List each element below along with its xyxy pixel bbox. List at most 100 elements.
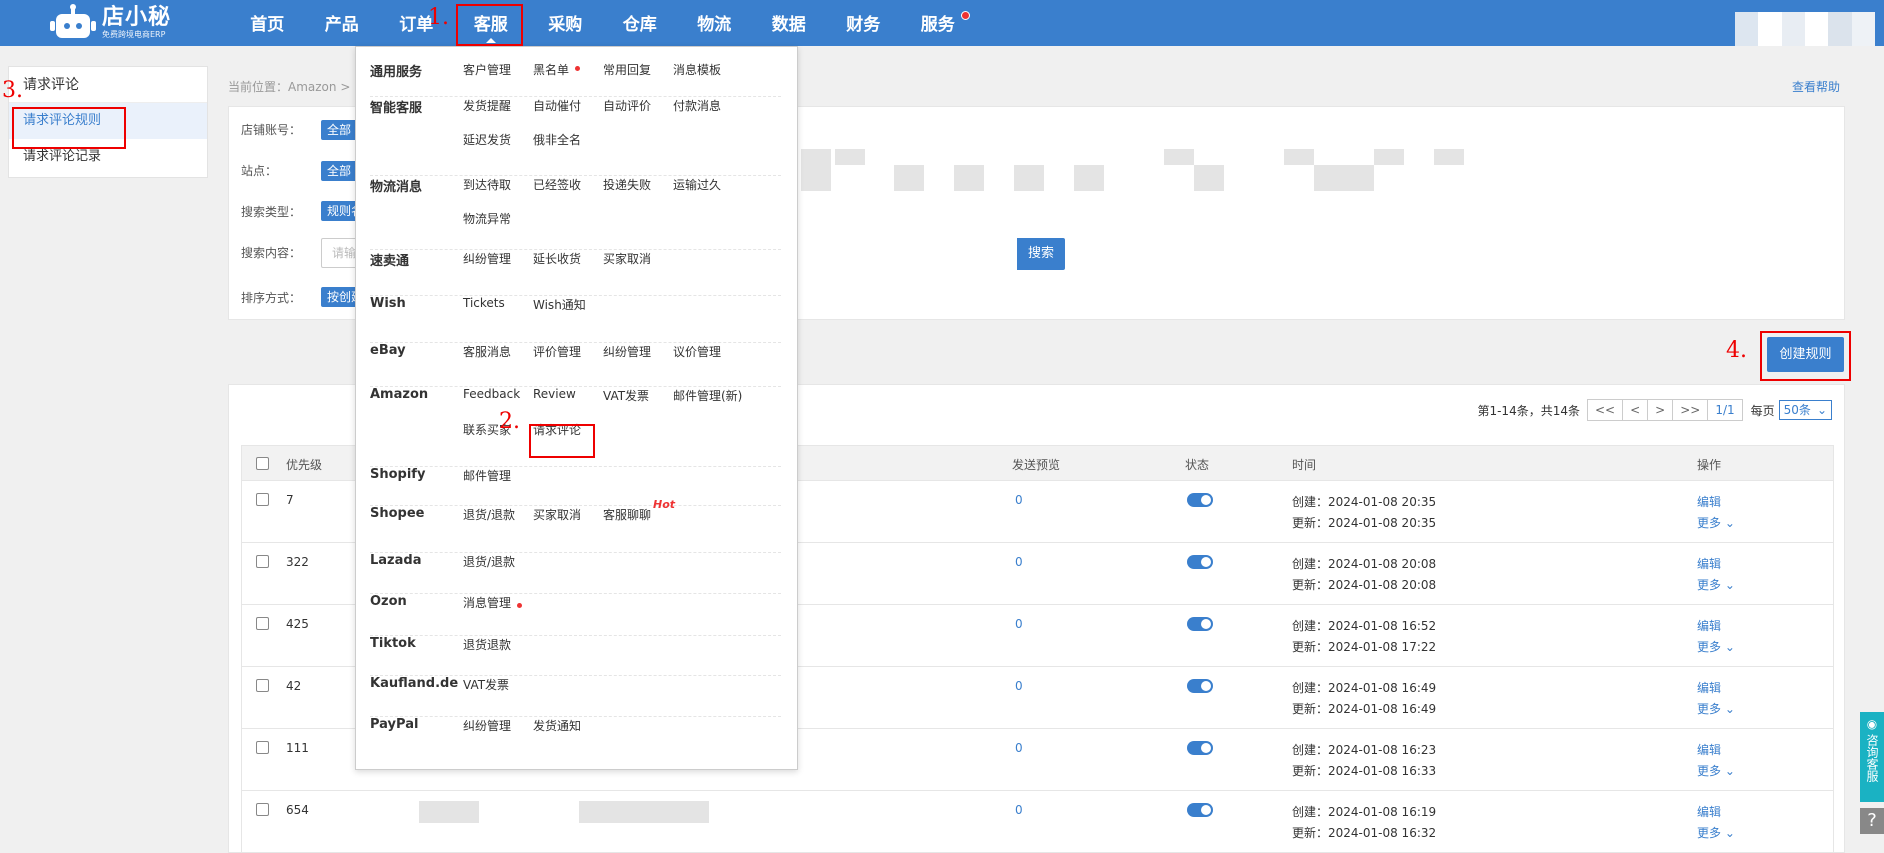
select-all-checkbox[interactable] (256, 457, 269, 470)
row-status-toggle[interactable] (1187, 617, 1213, 631)
nav-purchase[interactable]: 采购 (528, 0, 603, 46)
row-preview-count[interactable]: 0 (1015, 803, 1023, 817)
row-preview-count[interactable]: 0 (1015, 555, 1023, 569)
row-checkbox[interactable] (256, 493, 269, 506)
row-edit-link[interactable]: 编辑 (1697, 493, 1721, 510)
dropdown-link[interactable]: 客户管理 (463, 61, 511, 78)
pagination-summary: 第1-14条，共14条 (1477, 403, 1580, 418)
dropdown-link[interactable]: VAT发票 (603, 387, 649, 404)
dropdown-section: Wish Tickets Wish通知 (370, 296, 781, 343)
search-button[interactable]: 搜索 (1017, 238, 1065, 270)
row-edit-link[interactable]: 编辑 (1697, 617, 1721, 634)
nav-data[interactable]: 数据 (752, 0, 827, 46)
dropdown-link[interactable]: 延迟发货 (463, 131, 511, 148)
help-icon[interactable]: ? (1860, 808, 1884, 834)
row-checkbox[interactable] (256, 679, 269, 692)
row-edit-link[interactable]: 编辑 (1697, 679, 1721, 696)
dropdown-link[interactable]: 常用回复 (603, 61, 651, 78)
nav-products[interactable]: 产品 (305, 0, 380, 46)
dropdown-link[interactable]: 付款消息 (673, 97, 721, 114)
dropdown-link[interactable]: 议价管理 (673, 343, 721, 360)
row-preview-count[interactable]: 0 (1015, 741, 1023, 755)
per-page-select[interactable]: 50条 ⌄ (1778, 400, 1832, 420)
dropdown-link[interactable]: 自动评价 (603, 97, 651, 114)
dropdown-link[interactable]: 消息管理 (463, 594, 511, 611)
row-more-link[interactable]: 更多 ⌄ (1697, 824, 1735, 841)
row-preview-count[interactable]: 0 (1015, 493, 1023, 507)
row-checkbox[interactable] (256, 617, 269, 630)
row-preview-count[interactable]: 0 (1015, 679, 1023, 693)
customer-service-dropdown: 通用服务 客户管理 黑名单 常用回复 消息模板 智能客服 发货提醒 自动催付 自动评价 付款消息延… (355, 46, 798, 770)
dropdown-link[interactable]: 自动催付 (533, 97, 581, 114)
dropdown-link[interactable]: Wish通知 (533, 296, 586, 313)
row-updated-time: 更新：2024-01-08 16:32 (1292, 826, 1437, 840)
last-page-button[interactable]: >> (1672, 399, 1709, 421)
dropdown-link[interactable]: VAT发票 (463, 676, 509, 693)
dropdown-link[interactable]: 纠纷管理 (463, 250, 511, 267)
logo[interactable]: 店小秘 免费跨境电商ERP (50, 2, 171, 44)
row-more-link[interactable]: 更多 ⌄ (1697, 576, 1735, 593)
row-more-label: 更多 (1697, 640, 1722, 654)
dropdown-link[interactable]: 退货/退款 (463, 553, 515, 570)
help-link[interactable]: 查看帮助 (1792, 78, 1840, 95)
dropdown-link[interactable]: 买家取消 (603, 250, 651, 267)
dropdown-section-title: 智能客服 (370, 101, 423, 116)
site-all-tag[interactable]: 全部 (321, 161, 358, 181)
dropdown-link[interactable]: 黑名单 (533, 61, 569, 78)
row-preview-count[interactable]: 0 (1015, 617, 1023, 631)
dropdown-link[interactable]: 客服聊聊 (603, 506, 651, 523)
prev-page-button[interactable]: < (1622, 399, 1649, 421)
first-page-button[interactable]: << (1586, 399, 1624, 421)
blurred-shop (1284, 149, 1314, 165)
row-more-link[interactable]: 更多 ⌄ (1697, 700, 1735, 717)
dropdown-link[interactable]: 评价管理 (533, 343, 581, 360)
dropdown-section-title: Amazon (370, 387, 429, 402)
row-checkbox[interactable] (256, 803, 269, 816)
dropdown-link[interactable]: 延长收货 (533, 250, 581, 267)
dropdown-link[interactable]: 买家取消 (533, 506, 581, 523)
dropdown-link[interactable]: 客服消息 (463, 343, 511, 360)
row-checkbox[interactable] (256, 741, 269, 754)
row-status-toggle[interactable] (1187, 493, 1213, 507)
row-status-toggle[interactable] (1187, 679, 1213, 693)
dropdown-link[interactable]: 纠纷管理 (463, 717, 511, 734)
user-account-box[interactable] (1735, 12, 1875, 46)
dropdown-link[interactable]: 投递失败 (603, 176, 651, 193)
nav-warehouse[interactable]: 仓库 (603, 0, 678, 46)
dropdown-link[interactable]: Feedback (463, 387, 520, 401)
dropdown-link[interactable]: 退货退款 (463, 636, 511, 653)
row-edit-link[interactable]: 编辑 (1697, 741, 1721, 758)
dropdown-link[interactable]: 发货通知 (533, 717, 581, 734)
row-edit-link[interactable]: 编辑 (1697, 555, 1721, 572)
row-more-link[interactable]: 更多 ⌄ (1697, 514, 1735, 531)
highlight-box-sidebar (12, 107, 126, 149)
row-checkbox[interactable] (256, 555, 269, 568)
consult-service-button[interactable]: ◉ 咨询客服 (1860, 712, 1884, 802)
row-more-link[interactable]: 更多 ⌄ (1697, 762, 1735, 779)
dropdown-link[interactable]: 物流异常 (463, 210, 511, 227)
dropdown-link[interactable]: 发货提醒 (463, 97, 511, 114)
nav-services[interactable]: 服务 (901, 0, 976, 46)
row-more-label: 更多 (1697, 516, 1722, 530)
dropdown-link[interactable]: 退货/退款 (463, 506, 515, 523)
dropdown-link[interactable]: 邮件管理(新) (673, 387, 742, 404)
row-status-toggle[interactable] (1187, 803, 1213, 817)
dropdown-link[interactable]: 已经签收 (533, 176, 581, 193)
nav-home[interactable]: 首页 (230, 0, 305, 46)
shop-all-tag[interactable]: 全部 (321, 120, 358, 140)
dropdown-link[interactable]: 俄非全名 (533, 131, 581, 148)
dropdown-link[interactable]: 邮件管理 (463, 467, 511, 484)
row-edit-link[interactable]: 编辑 (1697, 803, 1721, 820)
dropdown-link[interactable]: 到达待取 (463, 176, 511, 193)
dropdown-link[interactable]: 纠纷管理 (603, 343, 651, 360)
nav-finance[interactable]: 财务 (826, 0, 901, 46)
dropdown-link[interactable]: 运输过久 (673, 176, 721, 193)
row-status-toggle[interactable] (1187, 555, 1213, 569)
next-page-button[interactable]: > (1647, 399, 1674, 421)
nav-logistics[interactable]: 物流 (677, 0, 752, 46)
dropdown-link[interactable]: 消息模板 (673, 61, 721, 78)
dropdown-link[interactable]: Tickets (463, 296, 505, 310)
row-status-toggle[interactable] (1187, 741, 1213, 755)
row-more-link[interactable]: 更多 ⌄ (1697, 638, 1735, 655)
dropdown-link[interactable]: Review (533, 387, 576, 401)
